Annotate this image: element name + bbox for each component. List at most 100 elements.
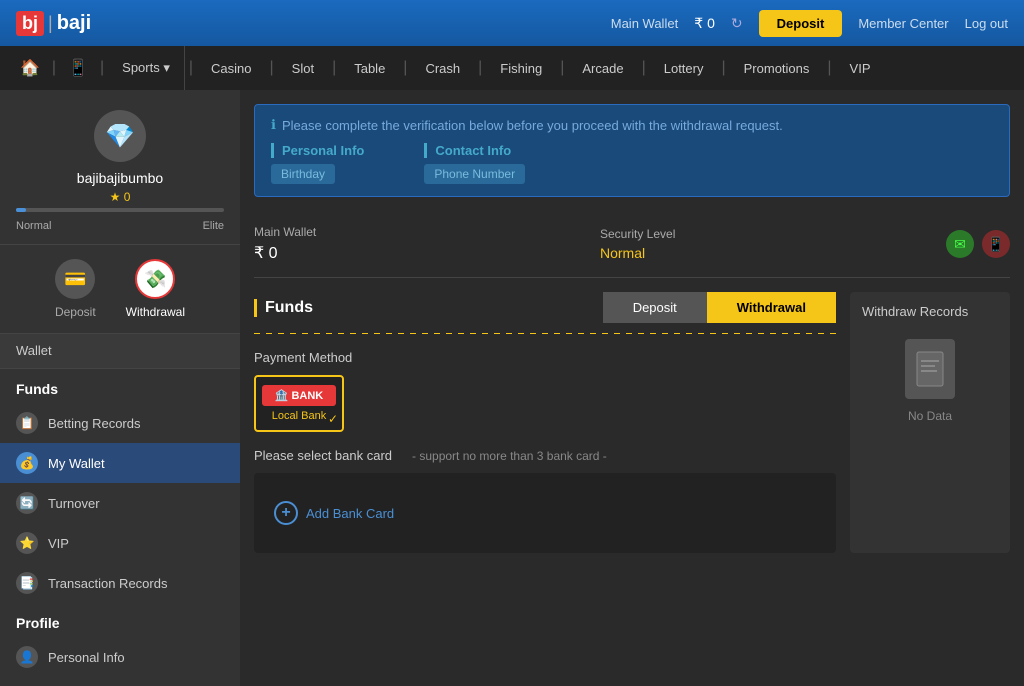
phone-status-icon[interactable]: 📱 (982, 230, 1010, 258)
vip-sidebar-icon: ⭐ (16, 532, 38, 554)
nav-slot[interactable]: Slot (278, 46, 328, 90)
bank-card-header: Please select bank card - support no mor… (254, 448, 836, 463)
funds-tabs: Deposit Withdrawal (603, 292, 836, 323)
contact-info-title: Contact Info (424, 143, 525, 158)
birthday-tag[interactable]: Birthday (271, 164, 335, 184)
sidebar-item-reset-password[interactable]: 🔒 Reset password (0, 677, 240, 686)
deposit-quick-icon: 💳 (55, 259, 95, 299)
nav-lottery[interactable]: Lottery (650, 46, 718, 90)
local-bank-option[interactable]: 🏦 BANK Local Bank ✓ (254, 375, 344, 432)
verify-sections: Personal Info Birthday Contact Info Phon… (271, 143, 993, 184)
username: bajibajibumbo (16, 170, 224, 186)
add-icon: + (274, 501, 298, 525)
sidebar-item-my-wallet[interactable]: 💰 My Wallet (0, 443, 240, 483)
phone-tag[interactable]: Phone Number (424, 164, 525, 184)
quick-actions: 💳 Deposit 💸 Withdrawal (0, 245, 240, 334)
withdrawal-quick-icon: 💸 (135, 259, 175, 299)
avatar: 💎 (94, 110, 146, 162)
contact-info-section: Contact Info Phone Number (424, 143, 525, 184)
bank-card-note: - support no more than 3 bank card - (412, 449, 607, 463)
nav-table[interactable]: Table (340, 46, 399, 90)
member-center-button[interactable]: Member Center (858, 16, 948, 31)
sidebar-item-vip[interactable]: ⭐ VIP (0, 523, 240, 563)
sidebar-item-my-wallet-label: My Wallet (48, 456, 105, 471)
no-data-text: No Data (908, 409, 952, 423)
email-status-icon[interactable]: ✉ (946, 230, 974, 258)
wallet-info-row: Main Wallet ₹ 0 Security Level Normal ✉ … (254, 211, 1010, 278)
funds-panel: Funds Deposit Withdrawal Payment Method … (254, 292, 836, 553)
selected-checkmark: ✓ (328, 412, 338, 426)
refresh-icon[interactable]: ↻ (731, 15, 743, 32)
deposit-button[interactable]: Deposit (759, 10, 843, 37)
top-header: bj | baji Main Wallet ₹ 0 ↻ Deposit Memb… (0, 0, 1024, 46)
my-wallet-icon: 💰 (16, 452, 38, 474)
sidebar-item-transaction-label: Transaction Records (48, 576, 167, 591)
status-icons: ✉ 📱 (946, 230, 1010, 258)
logo-baji-text: baji (57, 12, 91, 35)
sidebar-item-turnover-label: Turnover (48, 496, 100, 511)
security-label: Security Level (600, 227, 946, 241)
main-content-row: Funds Deposit Withdrawal Payment Method … (254, 292, 1010, 553)
logo: bj | baji (16, 11, 91, 36)
nav-arcade[interactable]: Arcade (568, 46, 637, 90)
nav-bar: 🏠 | 📱 | Sports ▾ | Casino | Slot | Table… (0, 46, 1024, 90)
main-layout: 💎 bajibajibumbo ★ 0 Normal Elite 💳 Depos… (0, 90, 1024, 686)
nav-vip[interactable]: VIP (836, 46, 885, 90)
sidebar-item-personal-info[interactable]: 👤 Personal Info (0, 637, 240, 677)
content-area: ℹ Please complete the verification below… (240, 90, 1024, 686)
security-value: Normal (600, 245, 946, 261)
main-wallet-value: ₹ 0 (254, 243, 600, 263)
logo-bj-icon: bj (16, 11, 44, 36)
withdrawal-quick-label: Withdrawal (126, 305, 185, 319)
info-icon: ℹ (271, 117, 276, 133)
security-section: Security Level Normal (600, 227, 946, 261)
funds-header: Funds Deposit Withdrawal (254, 292, 836, 323)
personal-info-section: Personal Info Birthday (271, 143, 364, 184)
sidebar-item-vip-label: VIP (48, 536, 69, 551)
deposit-quick-action[interactable]: 💳 Deposit (55, 259, 96, 319)
sidebar-item-turnover[interactable]: 🔄 Turnover (0, 483, 240, 523)
sidebar-item-betting-records-label: Betting Records (48, 416, 141, 431)
home-icon[interactable]: 🏠 (12, 58, 48, 78)
logout-button[interactable]: Log out (965, 16, 1008, 31)
funds-title: Funds (254, 299, 313, 317)
bank-card-area: + Add Bank Card (254, 473, 836, 553)
mobile-icon[interactable]: 📱 (60, 58, 96, 78)
level-progress-fill (16, 208, 26, 212)
withdrawal-tab[interactable]: Withdrawal (707, 292, 836, 323)
verify-title: ℹ Please complete the verification below… (271, 117, 993, 133)
withdraw-records-panel: Withdraw Records No Data (850, 292, 1010, 553)
bank-card-section: Please select bank card - support no mor… (254, 448, 836, 553)
add-bank-card-label: Add Bank Card (306, 506, 394, 521)
funds-divider (254, 333, 836, 334)
sidebar-item-betting-records[interactable]: 📋 Betting Records (0, 403, 240, 443)
main-wallet-label: Main Wallet (254, 225, 600, 239)
level-progress-bar (16, 208, 224, 212)
level-left: Normal (16, 220, 51, 232)
nav-promotions[interactable]: Promotions (730, 46, 824, 90)
withdrawal-quick-action[interactable]: 💸 Withdrawal (126, 259, 185, 319)
add-bank-card-button[interactable]: + Add Bank Card (274, 501, 394, 525)
sidebar-item-transaction-records[interactable]: 📑 Transaction Records (0, 563, 240, 603)
header-right: Main Wallet ₹ 0 ↻ Deposit Member Center … (611, 10, 1008, 37)
deposit-tab[interactable]: Deposit (603, 292, 707, 323)
user-stars: ★ 0 (16, 190, 224, 204)
level-right: Elite (203, 220, 224, 232)
nav-sports[interactable]: Sports ▾ (108, 46, 185, 90)
local-bank-label: Local Bank (262, 410, 336, 422)
nav-fishing[interactable]: Fishing (486, 46, 556, 90)
deposit-quick-label: Deposit (55, 305, 96, 319)
main-wallet-section: Main Wallet ₹ 0 (254, 225, 600, 263)
transaction-records-icon: 📑 (16, 572, 38, 594)
logo-separator: | (48, 13, 53, 34)
verification-banner: ℹ Please complete the verification below… (254, 104, 1010, 197)
sidebar-item-personal-info-label: Personal Info (48, 650, 125, 665)
bank-card-label: Please select bank card (254, 448, 392, 463)
bank-label-text: BANK (291, 390, 323, 402)
nav-crash[interactable]: Crash (411, 46, 474, 90)
bank-option-icon: 🏦 BANK (262, 385, 336, 406)
profile-section-title: Profile (0, 603, 240, 637)
payment-method-label: Payment Method (254, 350, 836, 365)
withdraw-records-title: Withdraw Records (862, 304, 968, 319)
nav-casino[interactable]: Casino (197, 46, 265, 90)
